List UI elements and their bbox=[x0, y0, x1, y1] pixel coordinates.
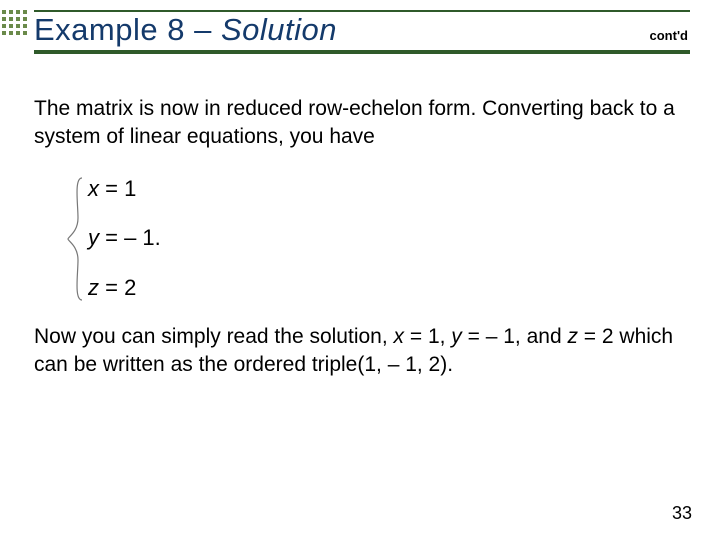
eq-x-rhs: = 1 bbox=[105, 176, 136, 201]
left-brace-icon bbox=[66, 176, 88, 302]
p2-frag-a: Now you can simply read the solution, bbox=[34, 325, 394, 348]
equation-z: z = 2 bbox=[88, 273, 680, 303]
slide-body: The matrix is now in reduced row-echelon… bbox=[34, 95, 680, 379]
var-x: x bbox=[88, 176, 99, 201]
intro-paragraph: The matrix is now in reduced row-echelon… bbox=[34, 95, 680, 152]
p2-frag-b: = 1, bbox=[404, 325, 451, 348]
continued-label: cont'd bbox=[650, 28, 690, 45]
eq-z-rhs: = 2 bbox=[105, 275, 136, 300]
var-y: y bbox=[88, 225, 99, 250]
page-title: Example 8 – Solution bbox=[34, 12, 337, 48]
page-number: 33 bbox=[672, 503, 692, 524]
equation-system: x = 1 y = – 1. z = 2 bbox=[88, 174, 680, 303]
title-prefix: Example 8 – bbox=[34, 12, 221, 47]
p2-z: z bbox=[567, 325, 578, 348]
var-z: z bbox=[88, 275, 99, 300]
equation-x: x = 1 bbox=[88, 174, 680, 204]
eq-y-rhs: = – 1. bbox=[105, 225, 161, 250]
title-emphasis: Solution bbox=[221, 12, 337, 47]
title-bar: Example 8 – Solution cont'd bbox=[34, 10, 690, 54]
p2-x: x bbox=[394, 325, 405, 348]
conclusion-paragraph: Now you can simply read the solution, x … bbox=[34, 323, 680, 380]
equation-y: y = – 1. bbox=[88, 223, 680, 253]
corner-decoration bbox=[0, 8, 38, 46]
p2-frag-c: = – 1, and bbox=[462, 325, 568, 348]
p2-y: y bbox=[451, 325, 462, 348]
